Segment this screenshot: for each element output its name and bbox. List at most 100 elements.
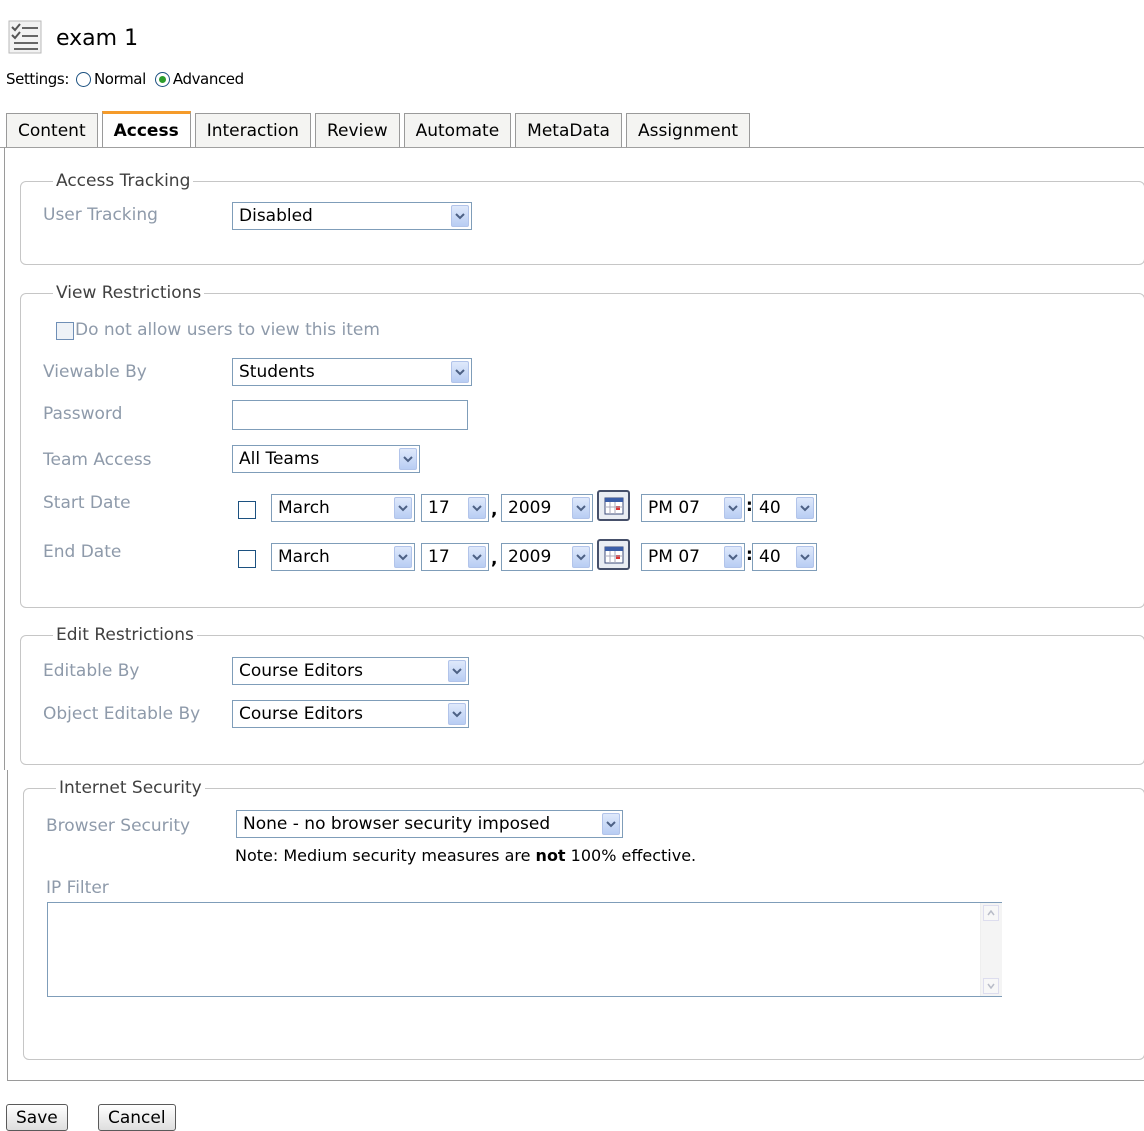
tab-metadata[interactable]: MetaData (515, 113, 622, 147)
chevron-down-icon (468, 546, 486, 568)
user-tracking-select[interactable]: Disabled (232, 202, 472, 230)
end-minute-select[interactable]: 40 (752, 543, 817, 571)
chevron-down-icon (451, 361, 469, 383)
end-month-value: March (278, 547, 330, 567)
page-title: exam 1 (56, 25, 139, 51)
scroll-up-icon[interactable] (983, 905, 999, 921)
team-access-value: All Teams (239, 449, 320, 469)
user-tracking-value: Disabled (239, 206, 313, 226)
browser-security-label: Browser Security (46, 816, 191, 836)
object-editable-by-value: Course Editors (239, 704, 363, 724)
note-bold: not (535, 846, 566, 865)
object-editable-by-label: Object Editable By (43, 704, 201, 724)
settings-label: Settings: (6, 70, 69, 88)
calendar-icon[interactable] (597, 490, 630, 521)
tab-automate[interactable]: Automate (403, 113, 512, 147)
view-restrictions-legend: View Restrictions (56, 283, 202, 303)
no-view-checkbox[interactable] (56, 322, 74, 340)
start-day-select[interactable]: 17 (421, 494, 489, 522)
chevron-down-icon (724, 497, 742, 519)
start-hour-value: PM 07 (648, 498, 700, 518)
note-prefix: Note: Medium security measures are (235, 846, 536, 865)
end-hour-select[interactable]: PM 07 (641, 543, 745, 571)
access-tracking-section: Access Tracking (20, 171, 1144, 265)
team-access-label: Team Access (43, 450, 152, 470)
settings-row: Settings: Normal Advanced (6, 70, 244, 88)
access-tracking-legend: Access Tracking (56, 171, 191, 191)
start-year-select[interactable]: 2009 (501, 494, 593, 522)
chevron-down-icon (448, 660, 466, 682)
chevron-down-icon (572, 497, 590, 519)
advanced-radio[interactable] (154, 71, 170, 87)
start-minute-select[interactable]: 40 (752, 494, 817, 522)
chevron-down-icon (448, 703, 466, 725)
end-day-select[interactable]: 17 (421, 543, 489, 571)
security-note: Note: Medium security measures are not 1… (235, 846, 696, 865)
date-comma: , (491, 500, 498, 520)
end-month-select[interactable]: March (271, 543, 415, 571)
browser-security-value: None - no browser security imposed (243, 814, 551, 834)
note-suffix: 100% effective. (565, 846, 697, 865)
browser-security-select[interactable]: None - no browser security imposed (236, 810, 623, 838)
cancel-button[interactable]: Cancel (98, 1104, 176, 1131)
end-hour-value: PM 07 (648, 547, 700, 567)
scroll-down-icon[interactable] (983, 978, 999, 994)
advanced-radio-label[interactable]: Advanced (173, 70, 244, 88)
team-access-select[interactable]: All Teams (232, 445, 420, 473)
editable-by-value: Course Editors (239, 661, 363, 681)
chevron-down-icon (796, 546, 814, 568)
edit-restrictions-section: Edit Restrictions (20, 625, 1144, 765)
tab-review[interactable]: Review (314, 113, 400, 147)
end-minute-value: 40 (759, 547, 781, 567)
chevron-down-icon (399, 448, 417, 470)
tab-access[interactable]: Access (101, 111, 191, 147)
end-day-value: 17 (428, 547, 450, 567)
chevron-down-icon (468, 497, 486, 519)
access-panel: Access Tracking User Tracking Disabled V… (4, 147, 1144, 770)
ip-filter-scrollbar[interactable] (980, 903, 1002, 996)
object-editable-by-select[interactable]: Course Editors (232, 700, 469, 728)
chevron-down-icon (394, 497, 412, 519)
start-month-value: March (278, 498, 330, 518)
normal-radio-label[interactable]: Normal (94, 70, 146, 88)
chevron-down-icon (572, 546, 590, 568)
password-field[interactable] (232, 400, 468, 430)
edit-restrictions-legend: Edit Restrictions (56, 625, 194, 645)
page-header: exam 1 (8, 18, 138, 58)
chevron-down-icon (602, 813, 620, 835)
end-date-checkbox[interactable] (238, 550, 256, 568)
end-year-value: 2009 (508, 547, 552, 567)
tab-bar: Content Access Interaction Review Automa… (6, 111, 754, 147)
chevron-down-icon (451, 205, 469, 227)
start-minute-value: 40 (759, 498, 781, 518)
chevron-down-icon (724, 546, 742, 568)
ip-filter-textarea[interactable] (47, 902, 1002, 997)
start-month-select[interactable]: March (271, 494, 415, 522)
security-panel: Internet Security Browser Security None … (7, 770, 1144, 1081)
editable-by-label: Editable By (43, 661, 140, 681)
viewable-by-select[interactable]: Students (232, 358, 472, 386)
start-day-value: 17 (428, 498, 450, 518)
end-year-select[interactable]: 2009 (501, 543, 593, 571)
no-view-label: Do not allow users to view this item (75, 320, 380, 340)
normal-radio[interactable] (75, 71, 91, 87)
internet-security-legend: Internet Security (59, 778, 202, 798)
viewable-by-label: Viewable By (43, 362, 147, 382)
end-date-label: End Date (43, 542, 122, 562)
checklist-icon (8, 20, 42, 54)
calendar-icon[interactable] (597, 539, 630, 570)
chevron-down-icon (394, 546, 412, 568)
start-year-value: 2009 (508, 498, 552, 518)
ip-filter-label: IP Filter (46, 878, 109, 898)
chevron-down-icon (796, 497, 814, 519)
password-label: Password (43, 404, 123, 424)
user-tracking-label: User Tracking (43, 205, 158, 225)
editable-by-select[interactable]: Course Editors (232, 657, 469, 685)
viewable-by-value: Students (239, 362, 315, 382)
save-button[interactable]: Save (6, 1104, 68, 1131)
tab-interaction[interactable]: Interaction (194, 113, 311, 147)
tab-content[interactable]: Content (6, 113, 98, 147)
tab-assignment[interactable]: Assignment (625, 113, 751, 147)
start-date-checkbox[interactable] (238, 501, 256, 519)
start-hour-select[interactable]: PM 07 (641, 494, 745, 522)
